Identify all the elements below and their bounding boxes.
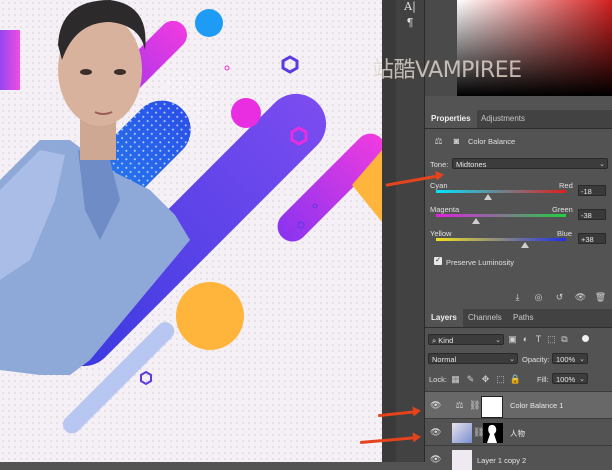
- filter-shape-icon[interactable]: ⬚: [545, 333, 558, 345]
- cyan-red-value[interactable]: -18: [578, 185, 606, 196]
- canvas-artwork: [0, 0, 382, 462]
- layer-name: 人物: [510, 429, 525, 438]
- tone-value: Midtones: [456, 160, 487, 169]
- visibility-eye-icon[interactable]: 👁: [430, 454, 441, 464]
- yellow-blue-value[interactable]: +38: [578, 233, 606, 244]
- link-icon[interactable]: ⛓: [469, 399, 480, 411]
- layer-name: Layer 1 copy 2: [477, 456, 527, 465]
- slider-right-label: Red: [559, 181, 573, 190]
- blend-mode-value: Normal: [432, 355, 457, 364]
- cyan-red-slider-track[interactable]: [436, 190, 566, 193]
- filter-smart-object-icon[interactable]: ⧉: [558, 333, 571, 345]
- filter-pixel-icon[interactable]: ▣: [506, 333, 519, 345]
- watermark-text: 站酷VAMPIREE: [372, 58, 522, 83]
- color-balance-icon: ⚖: [434, 136, 443, 146]
- lock-label: Lock:: [429, 375, 447, 384]
- blend-mode-dropdown[interactable]: Normal ⌄: [428, 353, 518, 364]
- filter-kind-value: Kind: [438, 336, 454, 345]
- chevron-down-icon: ⌄: [495, 337, 501, 344]
- view-previous-state-icon[interactable]: ◎: [532, 291, 545, 303]
- tone-dropdown[interactable]: Midtones ⌄: [452, 158, 608, 169]
- opacity-value: 100%: [556, 355, 576, 364]
- slider-left-label: Magenta: [430, 205, 460, 214]
- opacity-field[interactable]: 100% ⌄: [552, 353, 588, 364]
- lock-artboard-icon[interactable]: ⬚: [494, 373, 507, 385]
- character-panel-icon[interactable]: A|: [402, 0, 418, 14]
- tab-paths[interactable]: Paths: [507, 309, 539, 327]
- lock-all-icon[interactable]: 🔒: [509, 373, 522, 385]
- yellow-blue-slider-track[interactable]: [436, 238, 566, 241]
- layer-row[interactable]: 👁 ⛓ 人物: [425, 418, 612, 445]
- color-balance-icon: ⚖: [455, 400, 464, 410]
- tone-label: Tone:: [430, 160, 449, 169]
- person-mask-shape: [487, 424, 497, 443]
- adjustment-name: Color Balance: [468, 137, 516, 146]
- visibility-eye-icon[interactable]: 👁: [574, 291, 587, 303]
- layers-tabbar: Layers Channels Paths: [425, 309, 612, 328]
- visibility-eye-icon[interactable]: 👁: [430, 427, 441, 437]
- magenta-green-value[interactable]: -38: [578, 209, 606, 220]
- filter-adjustment-icon[interactable]: ◐: [519, 333, 532, 345]
- layer-row[interactable]: 👁 ⚖ ⛓ Color Balance 1: [425, 391, 612, 418]
- visibility-eye-icon[interactable]: 👁: [430, 400, 441, 410]
- lock-image-icon[interactable]: ✎: [464, 373, 477, 385]
- tab-adjustments[interactable]: Adjustments: [475, 110, 531, 128]
- lock-transparent-icon[interactable]: ▦: [449, 373, 462, 385]
- opacity-label: Opacity:: [522, 355, 550, 364]
- yellow-blue-slider-thumb[interactable]: [521, 242, 529, 248]
- chevron-down-icon: ⌄: [509, 356, 515, 363]
- chevron-down-icon: ⌄: [599, 161, 605, 168]
- cyan-red-slider-thumb[interactable]: [484, 194, 492, 200]
- preserve-luminosity-checkbox[interactable]: ✓: [434, 257, 442, 265]
- preserve-luminosity-label: Preserve Luminosity: [446, 258, 514, 267]
- properties-tabbar: Properties Adjustments: [425, 110, 612, 129]
- layer-mask-icon[interactable]: ◙: [450, 135, 463, 147]
- tab-channels[interactable]: Channels: [462, 309, 508, 327]
- tab-layers[interactable]: Layers: [425, 309, 463, 327]
- slider-right-label: Blue: [557, 229, 573, 238]
- slider-left-label: Yellow: [430, 229, 452, 238]
- layer-mask-thumbnail[interactable]: [481, 396, 503, 418]
- filter-type-icon[interactable]: T: [532, 333, 545, 345]
- document-canvas[interactable]: [0, 0, 382, 462]
- trash-icon[interactable]: 🗑: [594, 291, 607, 303]
- paragraph-panel-icon[interactable]: ¶: [402, 16, 418, 30]
- layer-name: Color Balance 1: [510, 401, 564, 410]
- magenta-green-slider-track[interactable]: [436, 214, 566, 217]
- slider-left-label: Cyan: [430, 181, 448, 190]
- link-icon[interactable]: ⛓: [473, 426, 484, 438]
- slider-right-label: Green: [552, 205, 573, 214]
- reset-icon[interactable]: ↺: [553, 291, 566, 303]
- fill-label: Fill:: [537, 375, 549, 384]
- layer-mask-thumbnail[interactable]: [483, 423, 503, 443]
- fill-field[interactable]: 100% ⌄: [552, 373, 588, 384]
- filter-toggle[interactable]: [582, 335, 589, 342]
- layer-row[interactable]: 👁 Layer 1 copy 2: [425, 445, 612, 470]
- filter-kind-dropdown[interactable]: ⌕ Kind ⌄: [428, 334, 504, 345]
- layer-thumbnail[interactable]: [452, 423, 472, 443]
- magenta-green-slider-thumb[interactable]: [472, 218, 480, 224]
- layer-thumbnail[interactable]: [452, 450, 472, 470]
- lock-position-icon[interactable]: ✥: [479, 373, 492, 385]
- fill-value: 100%: [556, 375, 576, 384]
- clip-to-layer-icon[interactable]: ⤓: [511, 291, 524, 303]
- chevron-down-icon: ⌄: [579, 376, 585, 383]
- tab-properties[interactable]: Properties: [425, 110, 477, 128]
- chevron-down-icon: ⌄: [579, 356, 585, 363]
